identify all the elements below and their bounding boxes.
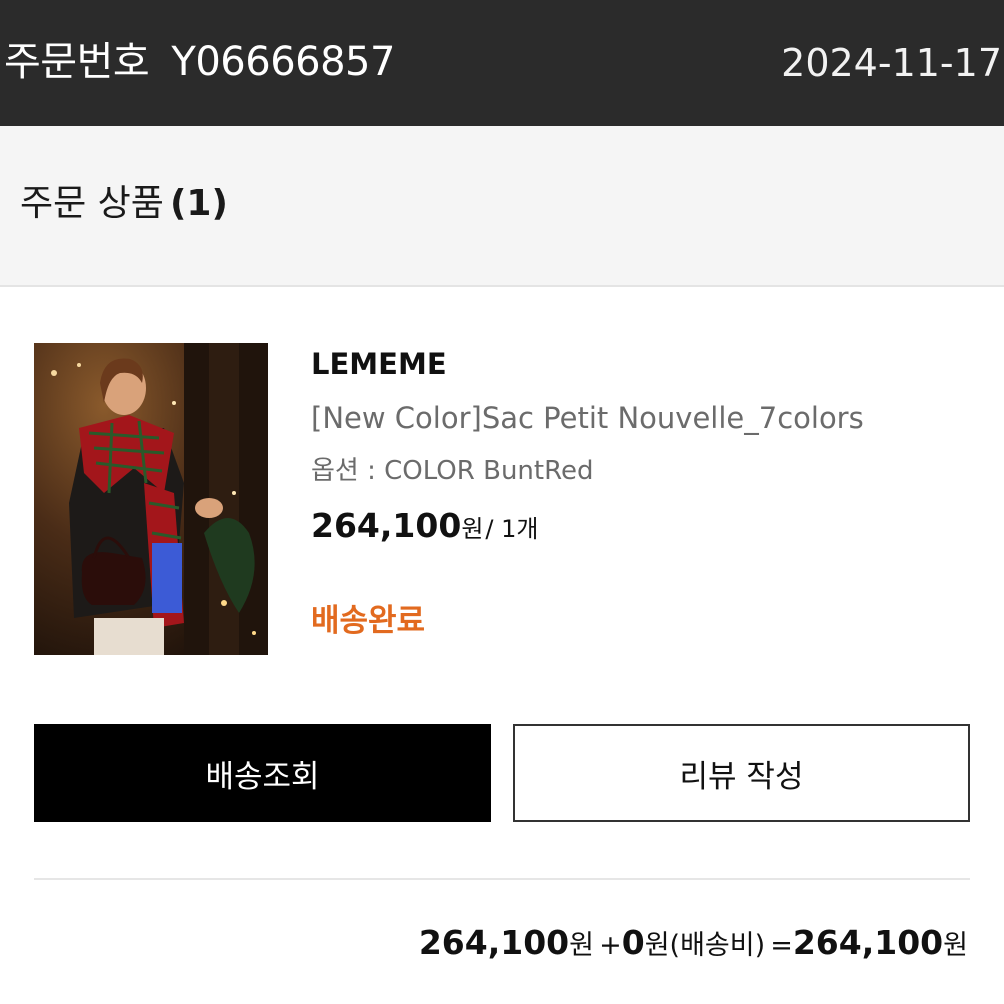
product-option: 옵션 : COLOR BuntRed — [311, 456, 594, 486]
product-amount: 264,100 — [418, 923, 570, 962]
product-photo-icon — [34, 343, 268, 655]
order-header: 주문번호 Y06666857 2024-11-17 — [0, 0, 1004, 126]
section-title-label: 주문 상품 — [20, 183, 164, 224]
product-price: 264,100 — [311, 506, 462, 545]
track-delivery-button[interactable]: 배송조회 — [34, 724, 491, 822]
order-number-line: 주문번호 Y06666857 — [4, 36, 395, 88]
product-name[interactable]: [New Color]Sac Petit Nouvelle_7colors — [311, 398, 864, 438]
won-unit: 원 — [943, 930, 968, 961]
item-count: (1) — [169, 183, 228, 224]
order-total: 264,100원 +0원(배송비) =264,100원 — [419, 920, 968, 972]
product-brand[interactable]: LEMEME — [311, 344, 447, 384]
delivery-status: 배송완료 — [311, 603, 426, 639]
order-date: 2024-11-17 — [781, 41, 1002, 85]
won-unit: 원 — [644, 930, 670, 961]
product-price-line: 264,100원/ 1개 — [311, 504, 538, 554]
write-review-button[interactable]: 리뷰 작성 — [513, 724, 970, 822]
price-unit: 원 — [461, 515, 484, 543]
ordered-products-header: 주문 상품 (1) — [0, 126, 1004, 287]
final-amount: 264,100 — [792, 923, 944, 962]
order-number: Y06666857 — [171, 39, 395, 85]
section-title: 주문 상품 (1) — [20, 181, 228, 227]
equals-sign: = — [770, 930, 793, 961]
plus-sign: + — [599, 930, 622, 961]
divider — [34, 878, 970, 880]
won-unit: 원 — [569, 930, 594, 961]
order-number-label: 주문번호 — [4, 39, 150, 85]
shipping-label: (배송비) — [669, 930, 766, 961]
product-thumbnail[interactable] — [34, 343, 268, 655]
product-quantity: / 1개 — [485, 515, 539, 543]
shipping-amount: 0 — [621, 923, 645, 962]
